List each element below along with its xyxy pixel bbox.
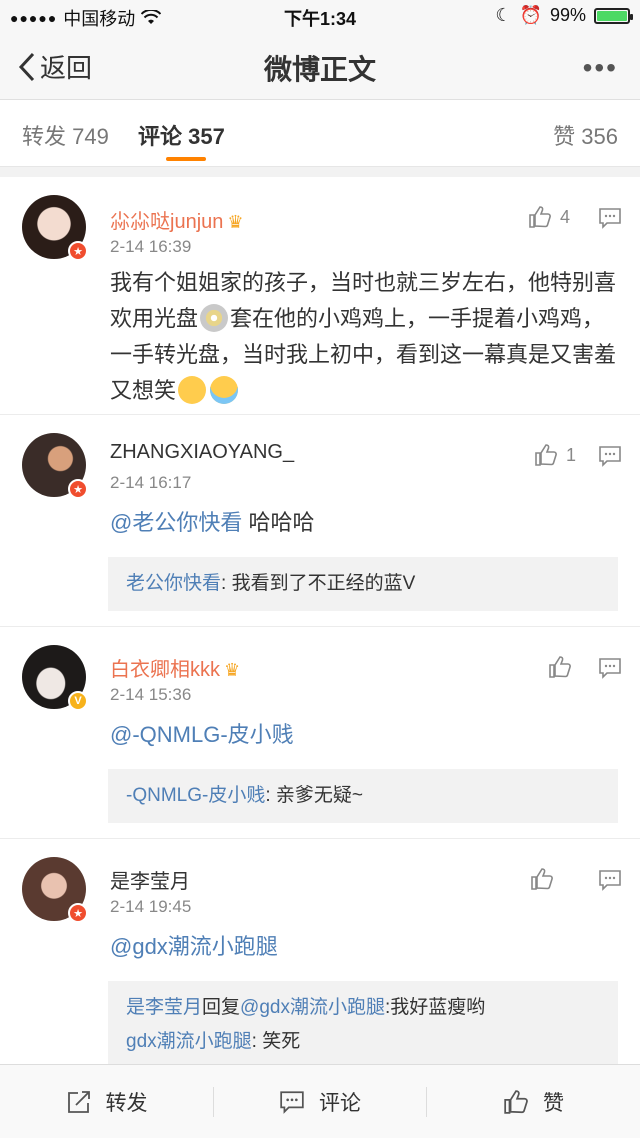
reply-author-link[interactable]: gdx潮流小跑腿 [126, 1031, 252, 1052]
reply-line: gdx潮流小跑腿: 笑死 [126, 1031, 301, 1052]
active-tab-indicator [166, 157, 206, 161]
comment-item: V 白衣卿相kkk ♛ 2-14 15:36 @-QNMLG-皮小贱 -QNMLG… [0, 627, 640, 839]
avatar[interactable]: ★ [22, 433, 88, 499]
reply-line: 是李莹月回复@gdx潮流小跑腿:我好蓝瘦哟 [126, 997, 486, 1018]
bottom-action-bar: 转发 评论 赞 [0, 1064, 640, 1138]
laughing-emoji-icon [210, 376, 239, 404]
more-icon[interactable]: ••• [583, 52, 618, 84]
like-button[interactable]: 4 [528, 205, 570, 229]
thumbs-up-icon [549, 656, 571, 678]
comment-time: 2-14 19:45 [110, 897, 192, 916]
verified-v-badge-icon: V [68, 691, 88, 711]
like-button[interactable]: 赞 [427, 1065, 640, 1139]
mention-link[interactable]: @gdx潮流小跑腿 [110, 934, 278, 959]
verified-badge-icon: ★ [68, 903, 88, 923]
like-button[interactable] [530, 867, 554, 891]
like-count: 1 [566, 444, 577, 465]
verified-badge-icon: ★ [68, 479, 88, 499]
like-button[interactable] [548, 655, 572, 679]
comment-icon [599, 870, 621, 891]
alarm-icon: ⏰ [519, 5, 542, 25]
comment-item: ★ ZHANGXIAOYANG_ 2-14 16:17 1 @老公你快看 哈哈哈… [0, 415, 640, 627]
shy-face-emoji-icon [178, 376, 207, 404]
battery-icon [594, 7, 633, 24]
reply-button[interactable] [598, 657, 622, 684]
moon-icon: ☾ [495, 5, 512, 25]
comment-username[interactable]: 是李莹月 [110, 865, 190, 894]
comment-text: @gdx潮流小跑腿 [110, 929, 618, 965]
thumbs-up-icon [535, 444, 557, 466]
comment-item: ★ 尛尛哒junjun ♛ 2-14 16:39 4 我有个姐姐家的孩子，当时也就… [0, 177, 640, 415]
comment-button[interactable]: 评论 [214, 1065, 426, 1139]
status-bar: ●●●●● 中国移动 下午1:34 ☾ ⏰ 99% [0, 0, 640, 32]
section-divider [0, 167, 640, 177]
nav-bar: 返回 微博正文 ••• [0, 32, 640, 100]
crown-icon: ♛ [227, 212, 244, 233]
reply-button[interactable] [598, 445, 622, 472]
share-icon [67, 1091, 90, 1113]
verified-badge-icon: ★ [68, 241, 88, 261]
comment-username[interactable]: 尛尛哒junjun ♛ [110, 205, 244, 234]
tab-like[interactable]: 赞 356 [553, 119, 618, 151]
reply-button[interactable] [598, 207, 622, 234]
thumbs-up-icon [531, 868, 553, 890]
tab-bar: 转发 749 评论 357 赞 356 [0, 101, 640, 167]
thumbs-up-icon [529, 206, 551, 228]
battery-percent: 99% [549, 5, 586, 25]
comment-label: 评论 [319, 1092, 361, 1115]
thumbs-up-icon [504, 1090, 528, 1114]
tab-comment[interactable]: 评论 357 [138, 119, 225, 151]
reply-author-link[interactable]: -QNMLG-皮小贱 [126, 785, 265, 806]
comment-icon [280, 1091, 304, 1114]
reply-mention-link[interactable]: @gdx潮流小跑腿 [240, 997, 385, 1018]
reply-box[interactable]: 是李莹月回复@gdx潮流小跑腿:我好蓝瘦哟 gdx潮流小跑腿: 笑死 [108, 981, 618, 1064]
like-label: 赞 [543, 1092, 564, 1115]
mention-link[interactable]: @老公你快看 [110, 510, 242, 535]
like-count: 4 [560, 206, 571, 227]
crown-icon: ♛ [224, 660, 241, 681]
comment-username[interactable]: 白衣卿相kkk ♛ [110, 653, 240, 682]
page-title: 微博正文 [263, 54, 376, 85]
comment-time: 2-14 15:36 [110, 685, 192, 704]
avatar[interactable]: V [22, 645, 88, 711]
reply-box[interactable]: -QNMLG-皮小贱: 亲爹无疑~ [108, 769, 618, 823]
mention-link[interactable]: @-QNMLG-皮小贱 [110, 722, 294, 747]
comment-text: @-QNMLG-皮小贱 [110, 717, 618, 753]
comment-username[interactable]: ZHANGXIAOYANG_ [110, 441, 294, 464]
comment-text: @老公你快看 哈哈哈 [110, 510, 315, 535]
comment-icon [599, 446, 621, 467]
comment-icon [599, 658, 621, 679]
reply-button[interactable] [598, 869, 622, 896]
comment-time: 2-14 16:17 [110, 473, 192, 492]
comment-text: 我有个姐姐家的孩子，当时也就三岁左右，他特别喜欢用光盘 套在他的小鸡鸡上，一手提着… [110, 270, 617, 404]
avatar[interactable]: ★ [22, 195, 88, 261]
repost-label: 转发 [105, 1092, 148, 1115]
avatar[interactable]: ★ [22, 857, 88, 923]
reply-author-link[interactable]: 是李莹月 [126, 997, 202, 1018]
reply-box[interactable]: 老公你快看: 我看到了不正经的蓝V [108, 557, 618, 611]
comment-time: 2-14 16:39 [110, 237, 192, 256]
comment-item: ★ 是李莹月 2-14 19:45 @gdx潮流小跑腿 是李莹月回复@gdx潮流… [0, 839, 640, 1064]
like-button[interactable]: 1 [534, 443, 576, 467]
repost-button[interactable]: 转发 [0, 1065, 213, 1139]
cd-emoji-icon [200, 304, 229, 332]
comment-icon [599, 208, 621, 229]
reply-author-link[interactable]: 老公你快看 [126, 573, 221, 594]
tab-repost[interactable]: 转发 749 [22, 119, 109, 151]
